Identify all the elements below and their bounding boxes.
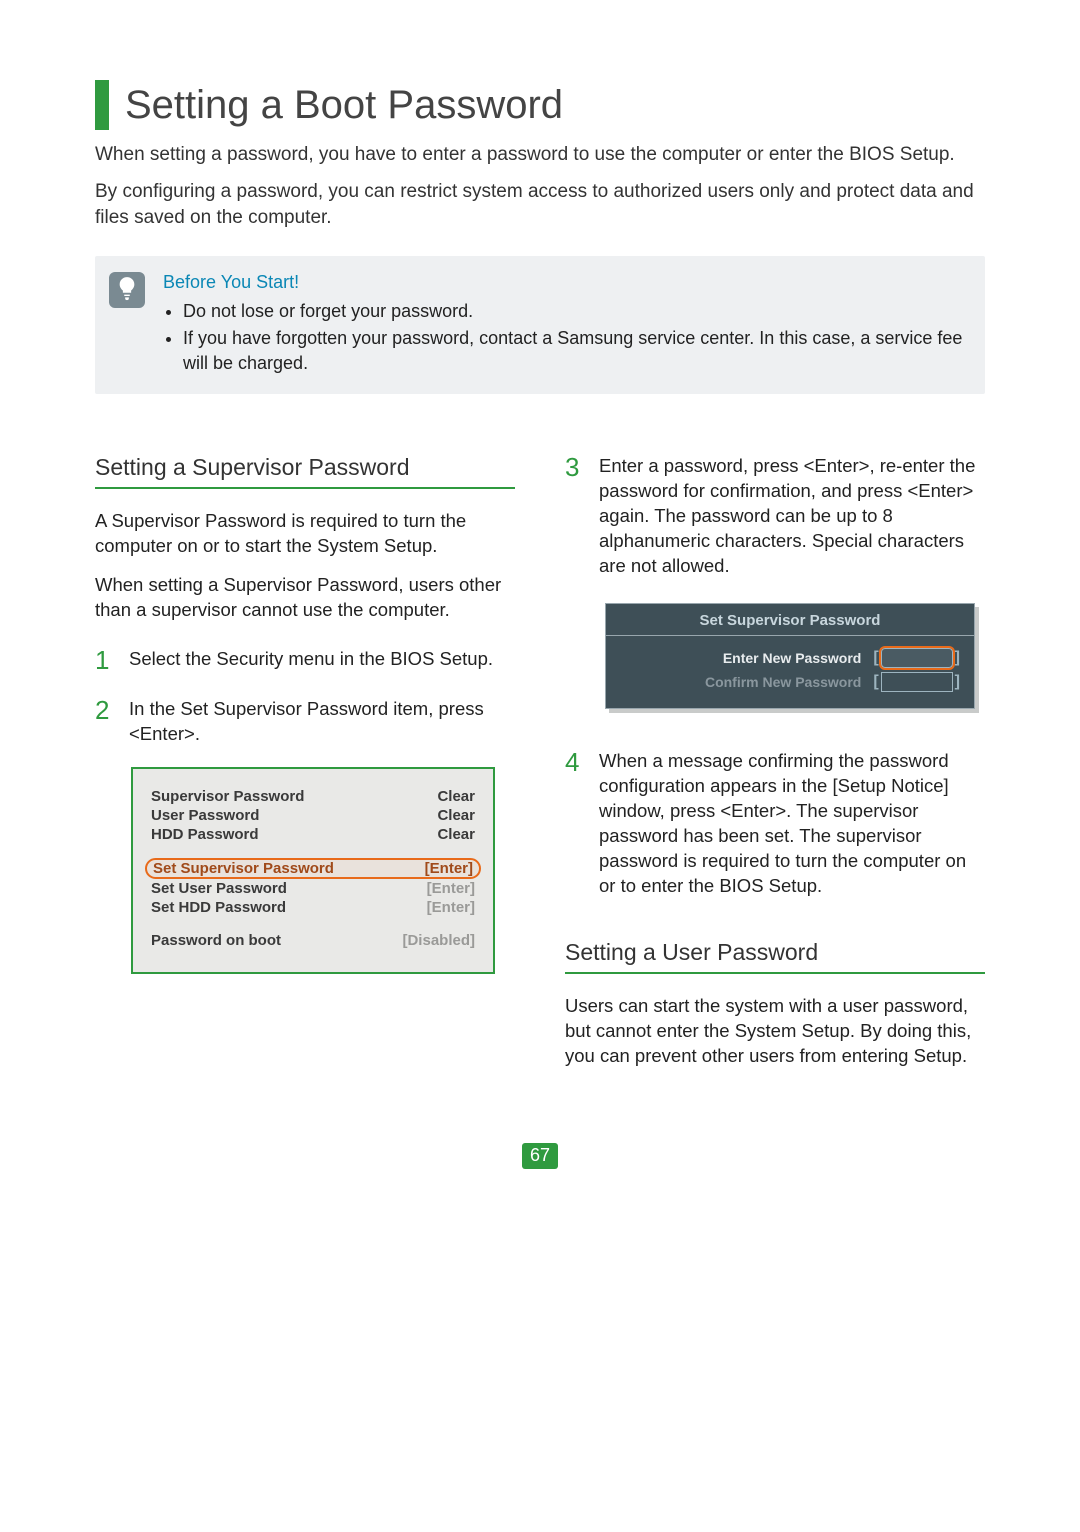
user-password-para: Users can start the system with a user p…	[565, 994, 985, 1069]
page-number: 67	[522, 1143, 558, 1169]
bios-label: Set User Password	[151, 880, 287, 897]
lightbulb-icon	[109, 272, 145, 308]
intro-paragraph-2: By configuring a password, you can restr…	[95, 179, 985, 232]
bios-value: [Enter]	[427, 899, 475, 916]
bios-label: Supervisor Password	[151, 788, 304, 805]
step-number: 1	[95, 647, 115, 673]
step-number: 4	[565, 749, 585, 899]
bios-label: Password on boot	[151, 932, 281, 949]
note-item-1: Do not lose or forget your password.	[183, 299, 967, 324]
step-number: 3	[565, 454, 585, 579]
password-input	[881, 672, 953, 692]
bios-dialog-label: Enter New Password	[723, 650, 862, 666]
step-number: 2	[95, 697, 115, 747]
section-title-user: Setting a User Password	[565, 939, 985, 966]
bios-label: HDD Password	[151, 826, 259, 843]
step-3-text: Enter a password, press <Enter>, re-ente…	[599, 454, 985, 579]
section-rule	[95, 487, 515, 489]
bios-row: HDD Password Clear	[151, 825, 475, 844]
section-title-supervisor: Setting a Supervisor Password	[95, 454, 515, 481]
title-accent-bar	[95, 80, 109, 130]
bios-password-dialog: Set Supervisor Password Enter New Passwo…	[605, 603, 975, 709]
bios-dialog-title: Set Supervisor Password	[605, 603, 975, 635]
bracket-icon: [	[873, 649, 878, 667]
password-input-highlighted	[881, 648, 953, 668]
bios-dialog-row: Confirm New Password [ ]	[616, 670, 960, 694]
bios-value: Clear	[437, 807, 475, 824]
bios-dialog-row: Enter New Password [ ]	[616, 646, 960, 670]
bios-label: Set Supervisor Password	[153, 860, 334, 877]
bracket-icon: ]	[955, 649, 960, 667]
step-2-text: In the Set Supervisor Password item, pre…	[129, 697, 515, 747]
page-number-badge: 67	[95, 1143, 985, 1169]
bios-value: [Enter]	[425, 860, 473, 877]
page-title: Setting a Boot Password	[125, 83, 563, 128]
bios-row-highlighted: Set Supervisor Password [Enter]	[145, 858, 481, 879]
step-4-text: When a message confirming the password c…	[599, 749, 985, 899]
step-1: 1 Select the Security menu in the BIOS S…	[95, 647, 515, 673]
bracket-icon: [	[873, 673, 878, 691]
note-item-2: If you have forgotten your password, con…	[183, 326, 967, 376]
bios-value: [Enter]	[427, 880, 475, 897]
bios-value: [Disabled]	[402, 932, 475, 949]
bios-row: Set User Password [Enter]	[151, 879, 475, 898]
bios-security-screenshot: Supervisor Password Clear User Password …	[131, 767, 495, 974]
intro-paragraph-1: When setting a password, you have to ent…	[95, 142, 985, 169]
bios-label: Set HDD Password	[151, 899, 286, 916]
bios-row: Set HDD Password [Enter]	[151, 898, 475, 917]
before-you-start-note: Before You Start! Do not lose or forget …	[95, 256, 985, 395]
step-1-text: Select the Security menu in the BIOS Set…	[129, 647, 493, 673]
bios-label: User Password	[151, 807, 259, 824]
left-column: Setting a Supervisor Password A Supervis…	[95, 454, 515, 1083]
bracket-icon: ]	[955, 673, 960, 691]
section-rule	[565, 972, 985, 974]
bios-value: Clear	[437, 826, 475, 843]
bios-row: Password on boot [Disabled]	[151, 931, 475, 950]
supervisor-para-2: When setting a Supervisor Password, user…	[95, 573, 515, 623]
step-2: 2 In the Set Supervisor Password item, p…	[95, 697, 515, 747]
bios-value: Clear	[437, 788, 475, 805]
intro-text: When setting a password, you have to ent…	[95, 142, 985, 232]
step-3: 3 Enter a password, press <Enter>, re-en…	[565, 454, 985, 579]
bios-dialog-label: Confirm New Password	[705, 674, 861, 690]
bios-row: Supervisor Password Clear	[151, 787, 475, 806]
note-heading: Before You Start!	[163, 272, 967, 293]
right-column: 3 Enter a password, press <Enter>, re-en…	[565, 454, 985, 1083]
bios-row: User Password Clear	[151, 806, 475, 825]
supervisor-para-1: A Supervisor Password is required to tur…	[95, 509, 515, 559]
step-4: 4 When a message confirming the password…	[565, 749, 985, 899]
page-title-block: Setting a Boot Password	[95, 80, 985, 130]
